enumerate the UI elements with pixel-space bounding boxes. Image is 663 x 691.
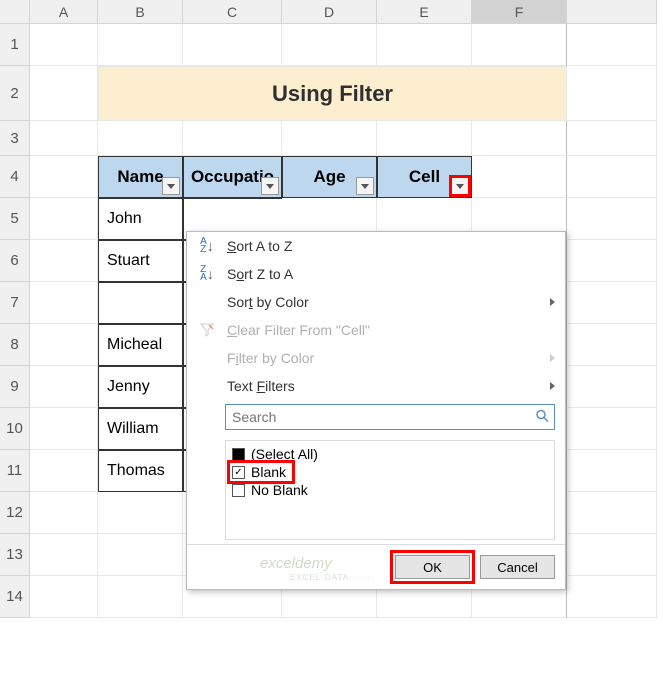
cell-c1[interactable] xyxy=(183,24,282,66)
col-header-c[interactable]: C xyxy=(183,0,282,24)
filter-dropdown-icon[interactable] xyxy=(356,177,374,195)
cell-f4[interactable] xyxy=(472,156,567,198)
sort-za-label: Sort Z to A xyxy=(227,266,293,282)
cell-c3[interactable] xyxy=(183,121,282,156)
row-header-2[interactable]: 2 xyxy=(0,66,30,121)
header-age-label: Age xyxy=(313,167,345,187)
cell-e3[interactable] xyxy=(377,121,472,156)
row-header-3[interactable]: 3 xyxy=(0,121,30,156)
filter-dropdown: AZ↓ Sort A to Z ZA↓ Sort Z to A Sort by … xyxy=(186,231,566,590)
sort-color-label: Sort by Color xyxy=(227,294,309,310)
filter-color-item: Filter by Color xyxy=(187,344,565,372)
sort-za-item[interactable]: ZA↓ Sort Z to A xyxy=(187,260,565,288)
col-header-extra[interactable] xyxy=(567,0,657,24)
cell-a5[interactable] xyxy=(30,198,98,240)
cell-a1[interactable] xyxy=(30,24,98,66)
col-header-b[interactable]: B xyxy=(98,0,183,24)
cell-a3[interactable] xyxy=(30,121,98,156)
filter-checklist: (Select All) ✓ Blank No Blank xyxy=(225,440,555,540)
col-header-e[interactable]: E xyxy=(377,0,472,24)
filter-color-label: Filter by Color xyxy=(227,350,314,366)
row-header-7[interactable]: 7 xyxy=(0,282,30,324)
check-blank[interactable]: ✓ Blank xyxy=(230,463,292,481)
filter-dropdown-icon[interactable] xyxy=(162,177,180,195)
table-header-age[interactable]: Age xyxy=(282,156,377,198)
table-header-occupation[interactable]: Occupatio xyxy=(183,156,282,198)
cell-g1[interactable] xyxy=(567,24,657,66)
sort-za-icon: ZA↓ xyxy=(197,266,217,282)
search-input[interactable] xyxy=(225,404,555,430)
cell-f3[interactable] xyxy=(472,121,567,156)
cell-name-5[interactable]: John xyxy=(98,198,183,240)
header-cell-label: Cell xyxy=(409,167,440,187)
row-header-1[interactable]: 1 xyxy=(0,24,30,66)
chevron-right-icon xyxy=(550,382,555,390)
checkbox-icon xyxy=(232,484,245,497)
row-header-9[interactable]: 9 xyxy=(0,366,30,408)
check-no-blank[interactable]: No Blank xyxy=(230,481,550,499)
page-title: Using Filter xyxy=(98,66,567,121)
cell-a2[interactable] xyxy=(30,66,98,121)
cell-name-6[interactable]: Stuart xyxy=(98,240,183,282)
row-header-14[interactable]: 14 xyxy=(0,576,30,618)
checkbox-icon: ✓ xyxy=(232,466,245,479)
sort-az-item[interactable]: AZ↓ Sort A to Z xyxy=(187,232,565,260)
text-filters-item[interactable]: Text Filters xyxy=(187,372,565,400)
cell-name-8[interactable]: Micheal xyxy=(98,324,183,366)
search-icon xyxy=(535,409,549,426)
cell-name-11[interactable]: Thomas xyxy=(98,450,183,492)
text-filters-label: Text Filters xyxy=(227,378,295,394)
table-header-cell[interactable]: Cell xyxy=(377,156,472,198)
funnel-clear-icon xyxy=(197,323,217,337)
sort-az-icon: AZ↓ xyxy=(197,238,217,254)
cell-name-10[interactable]: William xyxy=(98,408,183,450)
filter-dropdown-icon[interactable] xyxy=(451,177,469,195)
blank-label: Blank xyxy=(251,464,286,480)
chevron-right-icon xyxy=(550,298,555,306)
col-header-a[interactable]: A xyxy=(30,0,98,24)
cell-g3[interactable] xyxy=(567,121,657,156)
row-header-4[interactable]: 4 xyxy=(0,156,30,198)
sort-az-label: Sort A to Z xyxy=(227,238,292,254)
sort-color-item[interactable]: Sort by Color xyxy=(187,288,565,316)
cell-name-9[interactable]: Jenny xyxy=(98,366,183,408)
checkbox-icon xyxy=(232,448,245,461)
cell-d1[interactable] xyxy=(282,24,377,66)
table-header-name[interactable]: Name xyxy=(98,156,183,198)
row-header-12[interactable]: 12 xyxy=(0,492,30,534)
row-header-5[interactable]: 5 xyxy=(0,198,30,240)
corner-cell[interactable] xyxy=(0,0,30,24)
row-header-6[interactable]: 6 xyxy=(0,240,30,282)
ok-button[interactable]: OK xyxy=(395,555,470,579)
cell-name-7[interactable] xyxy=(98,282,183,324)
cancel-button[interactable]: Cancel xyxy=(480,555,555,579)
clear-filter-item: Clear Filter From "Cell" xyxy=(187,316,565,344)
chevron-right-icon xyxy=(550,354,555,362)
col-header-f[interactable]: F xyxy=(472,0,567,24)
cell-a4[interactable] xyxy=(30,156,98,198)
check-select-all[interactable]: (Select All) xyxy=(230,445,550,463)
cell-e1[interactable] xyxy=(377,24,472,66)
cell-f1[interactable] xyxy=(472,24,567,66)
cell-b3[interactable] xyxy=(98,121,183,156)
select-all-label: (Select All) xyxy=(251,446,318,462)
row-header-8[interactable]: 8 xyxy=(0,324,30,366)
cell-b1[interactable] xyxy=(98,24,183,66)
clear-filter-label: Clear Filter From "Cell" xyxy=(227,322,370,338)
no-blank-label: No Blank xyxy=(251,482,308,498)
header-name-label: Name xyxy=(117,167,163,187)
cell-g2[interactable] xyxy=(567,66,657,121)
row-header-10[interactable]: 10 xyxy=(0,408,30,450)
row-header-11[interactable]: 11 xyxy=(0,450,30,492)
row-header-13[interactable]: 13 xyxy=(0,534,30,576)
cell-g4[interactable] xyxy=(567,156,657,198)
filter-dropdown-icon[interactable] xyxy=(261,177,279,195)
cell-d3[interactable] xyxy=(282,121,377,156)
col-header-d[interactable]: D xyxy=(282,0,377,24)
